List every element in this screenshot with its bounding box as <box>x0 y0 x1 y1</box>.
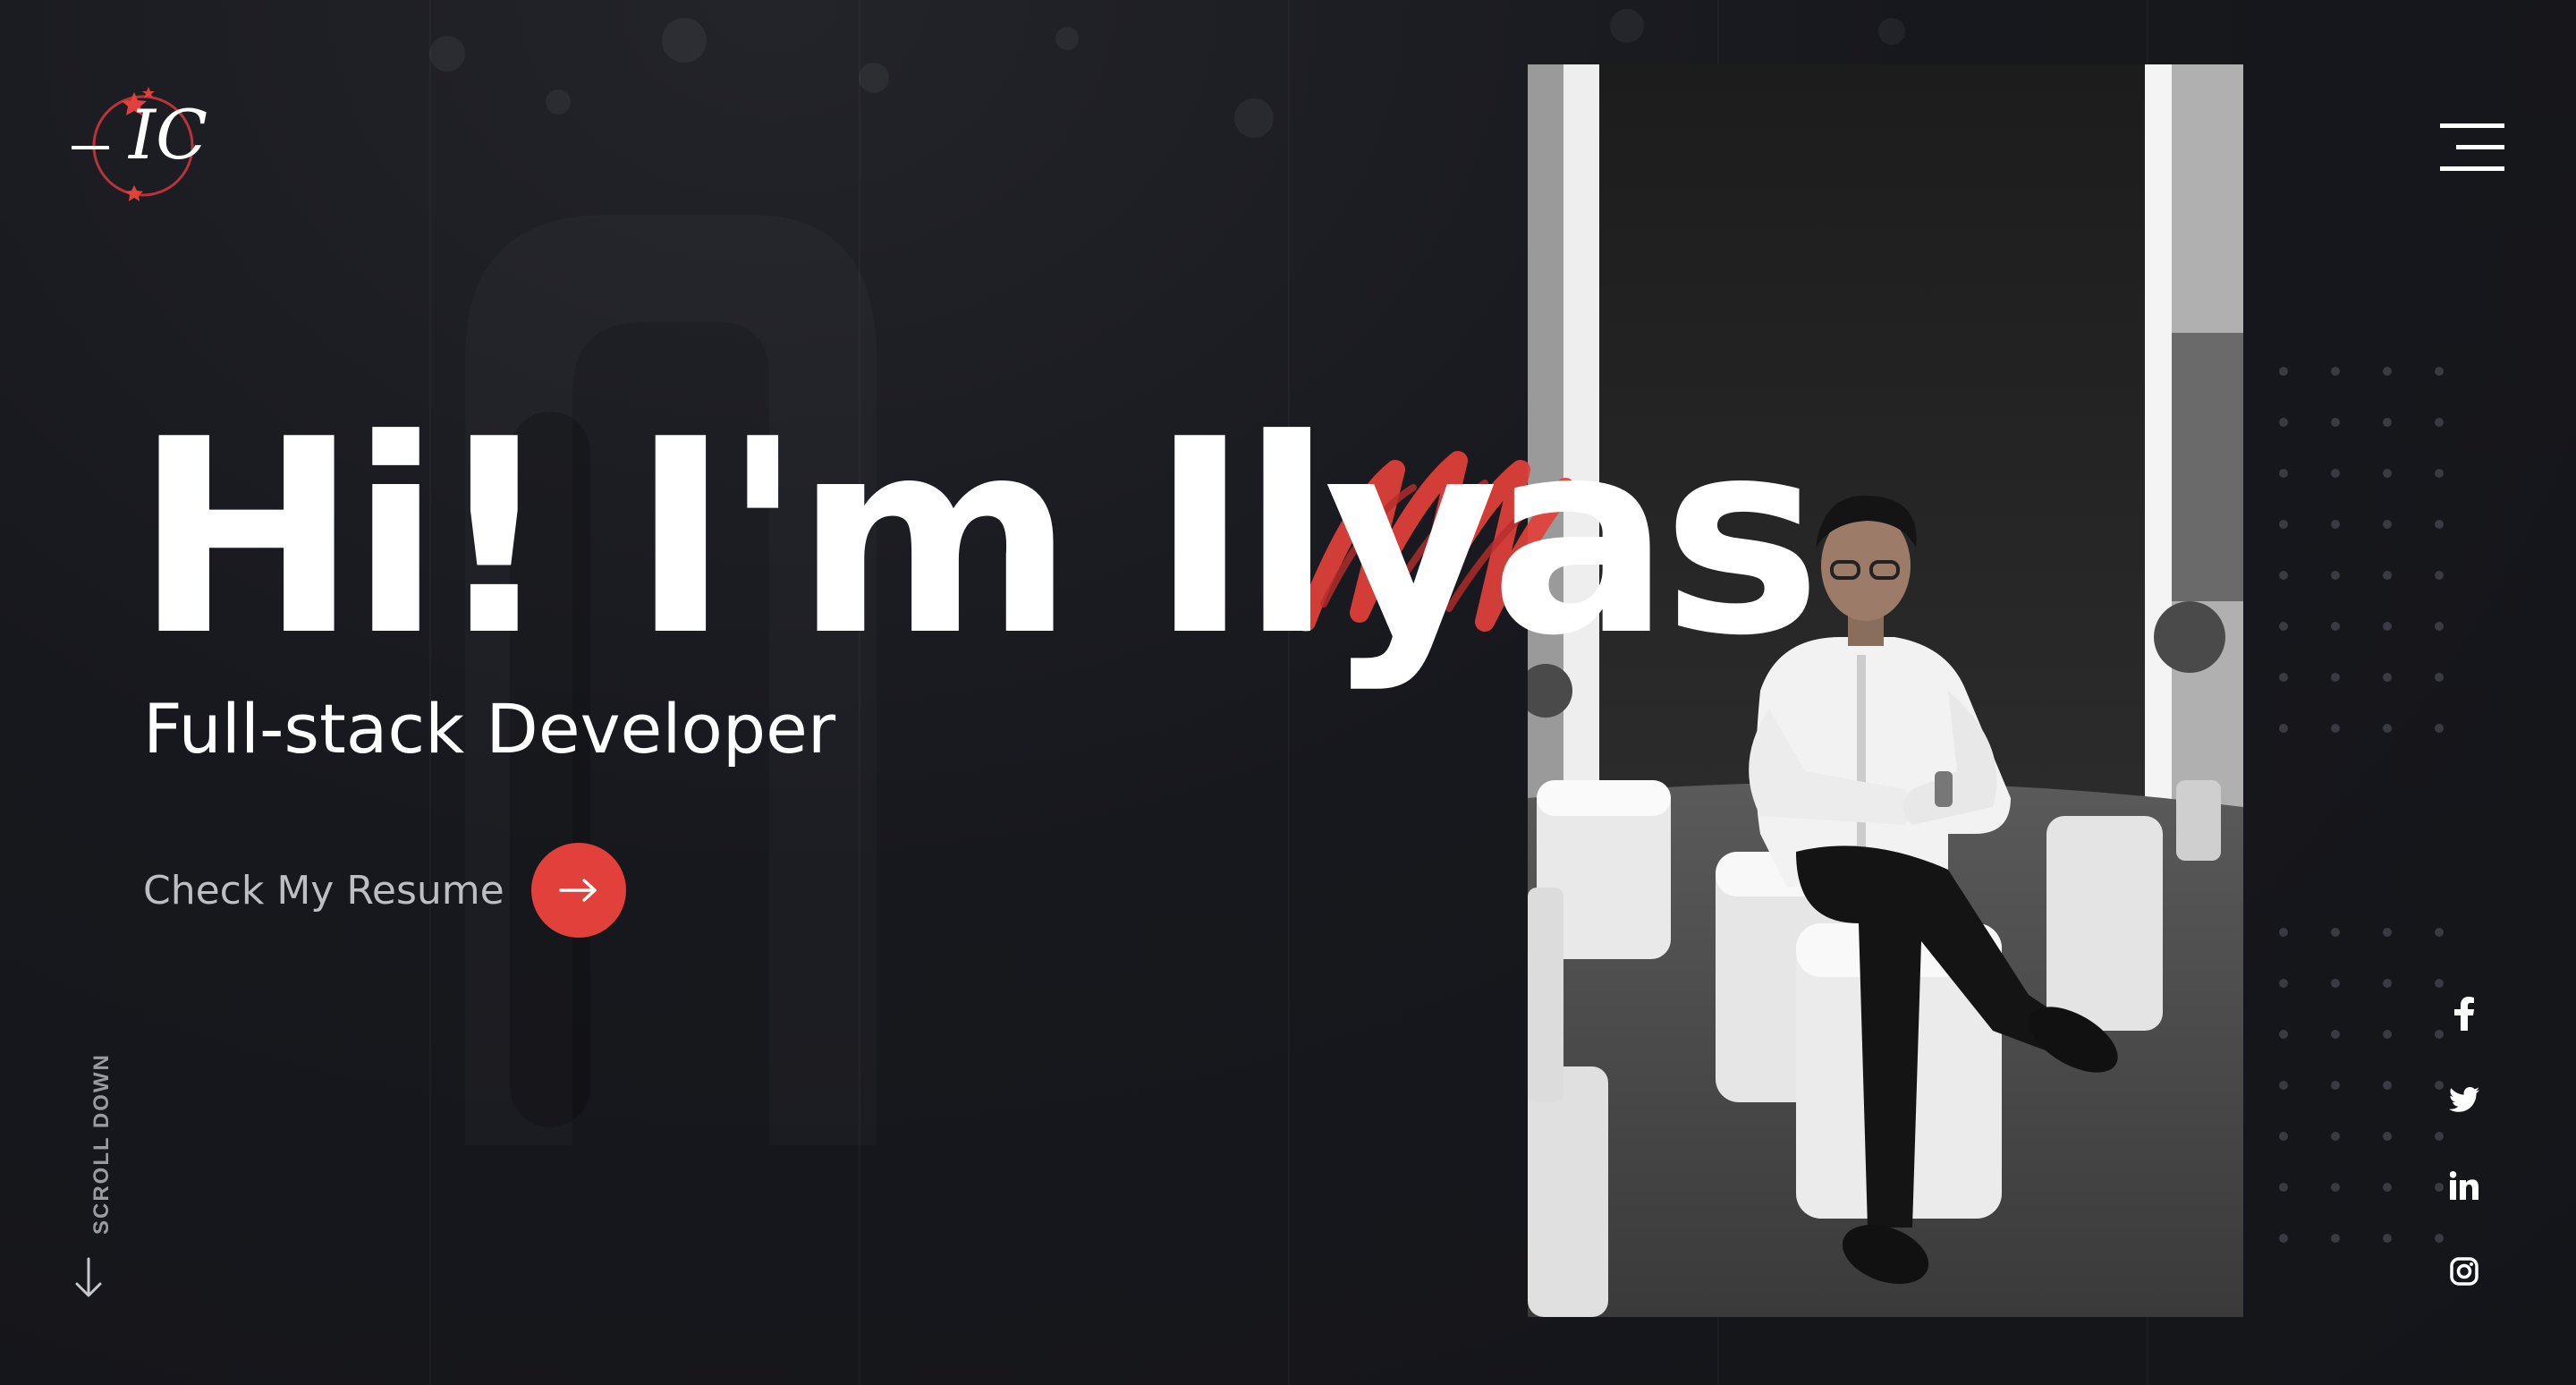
grid-dot <box>2383 469 2392 478</box>
bokeh-decoration <box>662 18 707 63</box>
grid-dot <box>2435 622 2444 631</box>
menu-line <box>2440 166 2504 171</box>
grid-dot <box>2279 520 2288 529</box>
grid-dot <box>2435 928 2444 937</box>
scroll-down-label[interactable]: SCROLL DOWN <box>89 1053 114 1235</box>
grid-dot <box>2383 367 2392 376</box>
grid-dot <box>2279 1234 2288 1243</box>
grid-dot <box>2435 1234 2444 1243</box>
grid-dot <box>2435 367 2444 376</box>
grid-dot <box>2331 1081 2340 1090</box>
grid-dot <box>2279 928 2288 937</box>
hero-page: IC Hi! I'm Ilyas Full-stack Developer Ch… <box>0 0 2576 1385</box>
grid-dot <box>2435 724 2444 733</box>
hero-heading: Hi! I'm Ilyas <box>134 382 1822 694</box>
menu-hamburger-icon[interactable] <box>2440 123 2504 172</box>
grid-dot <box>2435 469 2444 478</box>
bokeh-decoration <box>1610 9 1644 43</box>
grid-dot <box>2331 367 2340 376</box>
bokeh-decoration <box>546 89 571 115</box>
grid-dot <box>2383 1030 2392 1039</box>
twitter-icon[interactable] <box>2442 1077 2487 1122</box>
grid-dot <box>2331 928 2340 937</box>
arrow-right-icon[interactable] <box>530 843 626 938</box>
grid-dot <box>2279 1081 2288 1090</box>
grid-dot <box>2435 520 2444 529</box>
bokeh-decoration <box>429 36 465 72</box>
grid-dot <box>2383 1132 2392 1141</box>
menu-line <box>2456 145 2504 149</box>
grid-dot <box>2435 979 2444 988</box>
grid-dot <box>2383 1234 2392 1243</box>
grid-dot <box>2279 673 2288 682</box>
grid-dot <box>2331 571 2340 580</box>
grid-dot <box>2279 724 2288 733</box>
instagram-icon[interactable] <box>2442 1249 2487 1294</box>
bokeh-decoration <box>1055 27 1079 50</box>
grid-dot <box>2383 979 2392 988</box>
grid-dot <box>2435 673 2444 682</box>
grid-dot <box>2279 622 2288 631</box>
grid-dot <box>2383 1081 2392 1090</box>
grid-dot <box>2383 622 2392 631</box>
check-resume-button[interactable]: Check My Resume <box>143 843 626 938</box>
grid-dot <box>2279 1132 2288 1141</box>
grid-dot <box>2435 418 2444 427</box>
grid-dot <box>2435 571 2444 580</box>
grid-dot <box>2383 928 2392 937</box>
grid-dot <box>2279 469 2288 478</box>
grid-dot <box>2331 418 2340 427</box>
grid-dot <box>2279 1030 2288 1039</box>
grid-dot <box>2279 979 2288 988</box>
grid-dot <box>2331 1234 2340 1243</box>
arrow-down-icon[interactable] <box>73 1257 104 1298</box>
bokeh-decoration <box>1234 98 1274 138</box>
menu-line <box>2440 123 2504 128</box>
grid-dot <box>2383 1183 2392 1192</box>
check-resume-label: Check My Resume <box>143 867 504 913</box>
grid-dot <box>2331 724 2340 733</box>
hero-subtitle: Full-stack Developer <box>143 689 836 769</box>
grid-dot <box>2331 673 2340 682</box>
grid-dot <box>2279 367 2288 376</box>
grid-dot <box>2331 469 2340 478</box>
grid-dot <box>2331 1030 2340 1039</box>
grid-dot <box>2331 520 2340 529</box>
grid-dot <box>2279 571 2288 580</box>
site-logo[interactable]: IC <box>72 85 208 210</box>
grid-dot <box>2279 418 2288 427</box>
grid-dot <box>2331 622 2340 631</box>
grid-dot <box>2383 673 2392 682</box>
grid-dot <box>2331 1132 2340 1141</box>
bokeh-decoration <box>859 63 889 93</box>
bokeh-decoration <box>1878 18 1905 45</box>
grid-dot <box>2279 1183 2288 1192</box>
facebook-icon[interactable] <box>2442 991 2487 1036</box>
grid-dot <box>2383 418 2392 427</box>
grid-dot <box>2383 571 2392 580</box>
grid-dot <box>2331 979 2340 988</box>
grid-dot <box>2331 1183 2340 1192</box>
logo-text: IC <box>129 95 208 174</box>
grid-dot <box>2383 520 2392 529</box>
grid-dot <box>2435 1132 2444 1141</box>
grid-dot <box>2383 724 2392 733</box>
linkedin-icon[interactable] <box>2442 1163 2487 1208</box>
